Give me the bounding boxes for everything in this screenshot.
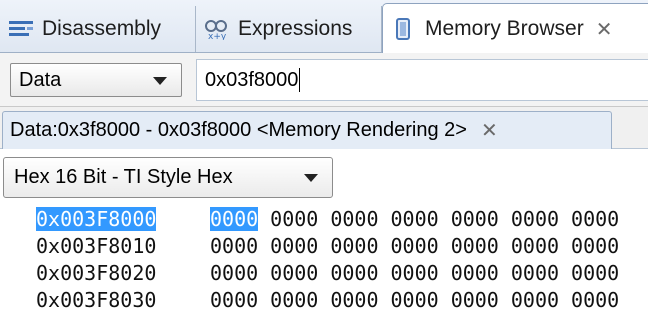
memory-word[interactable]: 0000	[571, 207, 619, 231]
format-dropdown[interactable]: Hex 16 Bit - TI Style Hex	[3, 157, 333, 198]
memory-word[interactable]: 0000	[330, 261, 378, 285]
memory-word[interactable]: 0000	[270, 207, 318, 231]
row-values: 0000 0000 0000 0000 0000 0000 0000	[210, 288, 631, 312]
rendering-tab-strip: Data:0x3f8000 - 0x03f8000 <Memory Render…	[0, 107, 648, 149]
memory-word[interactable]: 0000	[571, 288, 619, 312]
text-caret	[299, 68, 301, 92]
chevron-down-icon	[304, 174, 318, 182]
tab-label: Memory Browser	[425, 17, 584, 40]
close-icon[interactable]: ✕	[596, 17, 613, 42]
row-address[interactable]: 0x003F8020	[36, 261, 156, 285]
memory-word[interactable]: 0000	[330, 207, 378, 231]
memory-word[interactable]: 0000	[511, 261, 559, 285]
row-address[interactable]: 0x003F8000	[36, 207, 157, 231]
memory-word[interactable]: 0000	[270, 288, 318, 312]
memory-word[interactable]: 0000	[451, 234, 499, 258]
memory-word[interactable]: 0000	[391, 288, 439, 312]
memory-word[interactable]: 0000	[451, 261, 499, 285]
tab-label: Disassembly	[42, 17, 162, 40]
tab-label: Expressions	[238, 17, 353, 40]
memory-word[interactable]: 0000	[210, 234, 258, 258]
memory-word[interactable]: 0000	[451, 207, 499, 231]
format-value: Hex 16 Bit - TI Style Hex	[14, 166, 233, 188]
memory-word[interactable]: 0000	[511, 234, 559, 258]
memory-word[interactable]: 0000	[511, 207, 559, 231]
memory-space-dropdown[interactable]: Data	[10, 63, 182, 97]
row-values: 0000 0000 0000 0000 0000 0000 0000	[210, 207, 631, 231]
address-input-value: 0x03f8000	[205, 68, 299, 91]
format-toolbar: Hex 16 Bit - TI Style Hex	[0, 149, 648, 207]
tab-disassembly[interactable]: Disassembly	[0, 6, 196, 52]
tab-expressions[interactable]: x+y Expressions	[196, 6, 382, 52]
memory-word[interactable]: 0000	[210, 207, 259, 231]
memory-word[interactable]: 0000	[391, 234, 439, 258]
memory-word[interactable]: 0000	[391, 261, 439, 285]
memory-word[interactable]: 0000	[511, 288, 559, 312]
memory-word[interactable]: 0000	[571, 234, 619, 258]
memory-browser-icon	[396, 18, 410, 40]
memory-word[interactable]: 0000	[330, 234, 378, 258]
chevron-down-icon	[153, 77, 167, 85]
row-address[interactable]: 0x003F8010	[36, 234, 156, 258]
memory-word[interactable]: 0000	[270, 234, 318, 258]
tab-memory-rendering[interactable]: Data:0x3f8000 - 0x03f8000 <Memory Render…	[2, 111, 612, 149]
memory-space-value: Data	[19, 68, 62, 91]
expressions-icon: x+y	[205, 20, 227, 40]
memory-word[interactable]: 0000	[330, 288, 378, 312]
memory-word[interactable]: 0000	[210, 288, 258, 312]
memory-word[interactable]: 0000	[451, 288, 499, 312]
disassembly-icon	[9, 21, 33, 36]
svg-text:x+y: x+y	[208, 32, 227, 40]
address-toolbar: Data 0x03f8000	[0, 53, 648, 107]
memory-word[interactable]: 0000	[270, 261, 318, 285]
memory-word[interactable]: 0000	[571, 261, 619, 285]
row-values: 0000 0000 0000 0000 0000 0000 0000	[210, 261, 631, 285]
rendering-tab-label: Data:0x3f8000 - 0x03f8000 <Memory Render…	[10, 119, 467, 141]
memory-word[interactable]: 0000	[391, 207, 439, 231]
memory-word[interactable]: 0000	[210, 261, 258, 285]
close-icon[interactable]: ✕	[481, 118, 498, 143]
row-address[interactable]: 0x003F8030	[36, 288, 156, 312]
address-input[interactable]: 0x03f8000	[196, 59, 648, 101]
view-tab-strip: Disassembly x+y Expressions Memory Brows…	[0, 0, 648, 54]
row-values: 0000 0000 0000 0000 0000 0000 0000	[210, 234, 631, 258]
tab-memory-browser[interactable]: Memory Browser ✕	[382, 3, 648, 54]
memory-table: 0x003F8000 0000 0000 0000 0000 0000 0000 0000 …	[0, 207, 648, 323]
